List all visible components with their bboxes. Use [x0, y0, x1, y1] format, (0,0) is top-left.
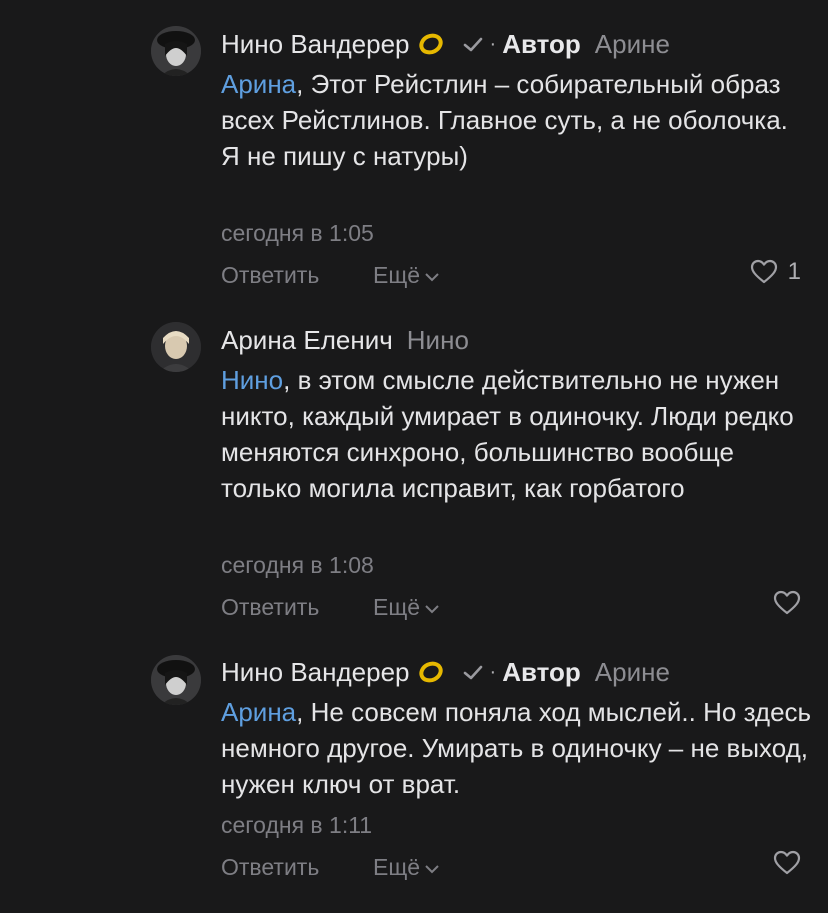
like-button[interactable]: [773, 850, 801, 876]
avatar-image: [151, 655, 201, 705]
mention-link[interactable]: Арина: [221, 69, 296, 99]
author-name[interactable]: Нино Вандерер: [221, 29, 410, 60]
reply-to-name[interactable]: Арине: [595, 29, 670, 60]
avatar[interactable]: [151, 322, 201, 372]
comment-text: Арина, Не совсем поняла ход мыслей.. Но …: [221, 694, 821, 802]
comment-text-line: Я не пишу с натуры): [221, 141, 468, 171]
comment-text-line: , в этом смысле действительно не нужен н…: [221, 365, 794, 503]
more-label: Ещё: [373, 594, 421, 620]
like-button[interactable]: 1: [750, 258, 801, 286]
author-name[interactable]: Нино Вандерер: [221, 657, 410, 688]
gold-ring-icon: [418, 33, 443, 55]
separator-dot: ·: [489, 32, 497, 55]
avatar[interactable]: [151, 655, 201, 705]
reply-button[interactable]: Ответить: [221, 594, 319, 621]
author-badge: Автор: [502, 656, 581, 687]
mention-link[interactable]: Нино: [221, 365, 283, 395]
more-button[interactable]: Ещё: [373, 854, 440, 881]
more-label: Ещё: [373, 854, 421, 880]
more-button[interactable]: Ещё: [373, 594, 440, 621]
reply-to-name[interactable]: Нино: [407, 325, 469, 356]
comment-actions: Ответить Ещё 1: [221, 258, 801, 294]
chevron-down-icon: [425, 865, 439, 874]
comment-timestamp: сегодня в 1:11: [221, 812, 373, 838]
like-count: 1: [787, 258, 801, 285]
gold-ring-icon: [418, 661, 443, 683]
chevron-down-icon: [425, 605, 439, 614]
checkmark-icon: [463, 665, 482, 680]
comment-text: Арина, Этот Рейстлин – собирательный обр…: [221, 66, 821, 174]
comment-text-line: , Не совсем поняла ход мыслей.. Но здесь…: [221, 697, 812, 799]
separator-dot: ·: [489, 660, 497, 683]
avatar-image: [151, 322, 201, 372]
comment-actions: Ответить Ещё: [221, 590, 801, 626]
comment-text: Нино, в этом смысле действительно не нуж…: [221, 362, 821, 506]
checkmark-icon: [463, 37, 482, 52]
more-button[interactable]: Ещё: [373, 262, 440, 289]
comment-text-line: , Этот Рейстлин – собирательный образ вс…: [221, 69, 788, 135]
author-name[interactable]: Арина Еленич: [221, 325, 393, 356]
author-badge: Автор: [502, 28, 581, 59]
comment-timestamp: сегодня в 1:08: [221, 552, 374, 578]
heart-outline-icon: [773, 850, 801, 875]
comment-header: Арина Еленич Нино: [221, 323, 469, 357]
mention-link[interactable]: Арина: [221, 697, 296, 727]
comment-actions: Ответить Ещё: [221, 850, 801, 886]
heart-outline-icon: [773, 590, 801, 615]
chevron-down-icon: [425, 273, 439, 282]
like-button[interactable]: [773, 590, 801, 616]
reply-button[interactable]: Ответить: [221, 262, 319, 289]
comment-header: Нино Вандерер · Автор Арине: [221, 27, 670, 61]
comment-timestamp: сегодня в 1:05: [221, 220, 374, 246]
heart-outline-icon: [750, 259, 777, 284]
reply-button[interactable]: Ответить: [221, 854, 319, 881]
avatar[interactable]: [151, 26, 201, 76]
reply-to-name[interactable]: Арине: [595, 657, 670, 688]
more-label: Ещё: [373, 262, 421, 288]
comment-header: Нино Вандерер · Автор Арине: [221, 655, 670, 689]
avatar-image: [151, 26, 201, 76]
